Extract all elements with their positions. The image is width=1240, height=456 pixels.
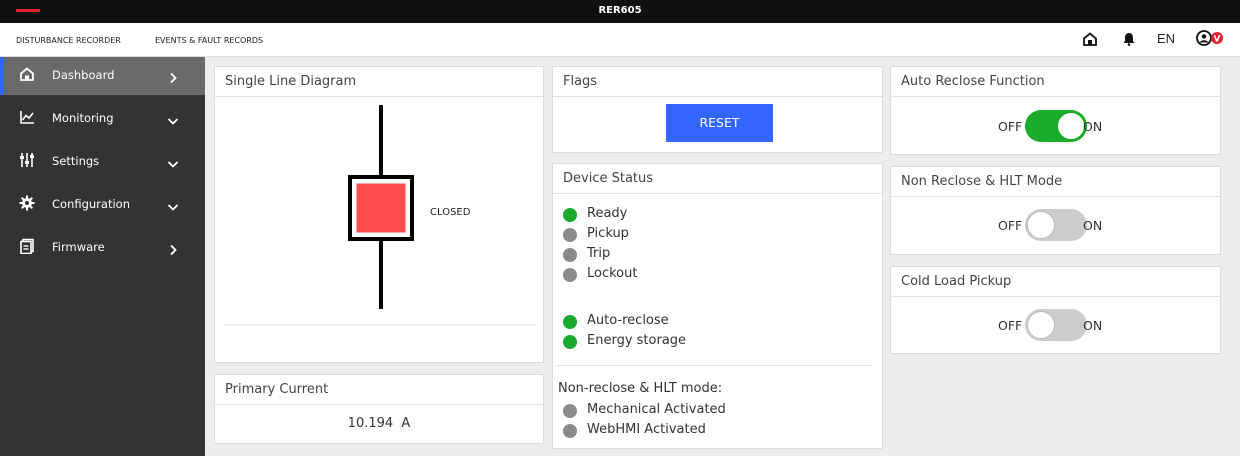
section-divider [557,365,872,366]
status-indicator [563,335,577,349]
status-label: Trip [587,246,611,261]
breaker-fill [355,182,407,234]
hlt-mode-heading: Non-reclose & HLT mode: [558,381,723,396]
status-indicator [563,208,577,222]
status-indicator [563,315,577,329]
sidebar-item-label: Monitoring [52,111,114,125]
user-badge: V [1214,35,1221,45]
device-status-card: Device Status Ready Pickup Trip Lockout … [552,163,883,449]
chart-icon [19,109,35,125]
toggle-knob [1027,311,1055,339]
single-line-diagram [225,105,535,326]
home-icon [19,66,35,82]
cold-load-toggle[interactable] [1025,309,1087,341]
status-label: Auto-reclose [587,313,669,328]
title-bar: RER605 [0,0,1240,23]
chevron-down-icon [167,155,179,168]
cold-load-card: Cold Load Pickup OFF ON [890,266,1221,354]
sidebar: Dashboard Monitoring Settings Configurat… [0,57,205,456]
chevron-down-icon [167,198,179,211]
gear-icon [19,195,35,211]
home-icon[interactable] [1083,31,1097,50]
header-nav: DISTURBANCE RECORDER EVENTS & FAULT RECO… [0,23,1240,57]
card-divider [553,96,882,97]
card-title: Non Reclose & HLT Mode [901,174,1063,189]
non-reclose-toggle-group: OFF ON [998,209,1128,241]
flags-card: Flags RESET [552,66,883,153]
user-icon[interactable]: V [1196,30,1226,50]
status-indicator [563,248,577,262]
sidebar-item-dashboard[interactable]: Dashboard [0,57,205,95]
toggle-off-label: OFF [998,218,1023,233]
sidebar-item-monitoring[interactable]: Monitoring [0,100,205,138]
chevron-down-icon [167,112,179,125]
cold-load-toggle-group: OFF ON [998,309,1128,341]
status-indicator [563,228,577,242]
status-label: Lockout [587,266,638,281]
app-title: RER605 [598,5,642,16]
status-label: Ready [587,206,628,221]
active-indicator [0,57,4,95]
toggle-on-label: ON [1083,318,1103,333]
toggle-on-label: ON [1083,218,1103,233]
card-divider [553,193,882,194]
bell-icon[interactable] [1122,31,1136,50]
primary-current-value: 10.194 A [347,416,411,431]
sidebar-item-settings[interactable]: Settings [0,143,205,181]
status-label: Mechanical Activated [587,402,726,417]
status-indicator [563,404,577,418]
toggle-off-label: OFF [998,119,1023,134]
toggle-knob [1027,211,1055,239]
chevron-right-icon [167,69,179,84]
card-divider [891,196,1220,197]
sidebar-item-label: Settings [52,154,100,168]
sidebar-item-configuration[interactable]: Configuration [0,186,205,224]
breaker-state-label: CLOSED [430,207,471,218]
non-reclose-toggle[interactable] [1025,209,1087,241]
card-title: Auto Reclose Function [901,74,1045,89]
card-divider [891,96,1220,97]
auto-reclose-toggle[interactable] [1025,110,1087,142]
events-fault-records-link[interactable]: EVENTS & FAULT RECORDS [155,36,263,45]
single-line-diagram-card: Single Line Diagram CLOSED [214,66,544,363]
primary-current-card: Primary Current 10.194 A [214,374,544,444]
disturbance-recorder-link[interactable]: DISTURBANCE RECORDER [16,36,121,45]
toggle-off-label: OFF [998,318,1023,333]
auto-reclose-card: Auto Reclose Function OFF ON [890,66,1221,155]
status-label: Pickup [587,226,629,241]
sidebar-item-label: Dashboard [52,68,115,82]
non-reclose-card: Non Reclose & HLT Mode OFF ON [890,166,1221,255]
document-icon [19,238,35,255]
status-label: WebHMI Activated [587,422,706,437]
chevron-right-icon [167,241,179,256]
sidebar-item-label: Firmware [52,240,105,254]
toggle-on-label: ON [1083,119,1103,134]
card-divider [215,404,543,405]
card-title: Cold Load Pickup [901,274,1012,289]
card-divider [891,296,1220,297]
status-label: Energy storage [587,333,687,348]
card-title: Primary Current [225,382,329,397]
toggle-knob [1057,112,1085,140]
auto-reclose-toggle-group: OFF ON [998,110,1128,142]
card-title: Device Status [563,171,654,186]
status-indicator [563,268,577,282]
reset-button[interactable]: RESET [666,104,773,142]
sliders-icon [19,152,35,168]
card-title: Flags [563,74,598,89]
language-selector[interactable]: EN [1157,31,1175,46]
sidebar-item-label: Configuration [52,197,130,211]
sidebar-item-firmware[interactable]: Firmware [0,229,205,267]
status-indicator [563,424,577,438]
